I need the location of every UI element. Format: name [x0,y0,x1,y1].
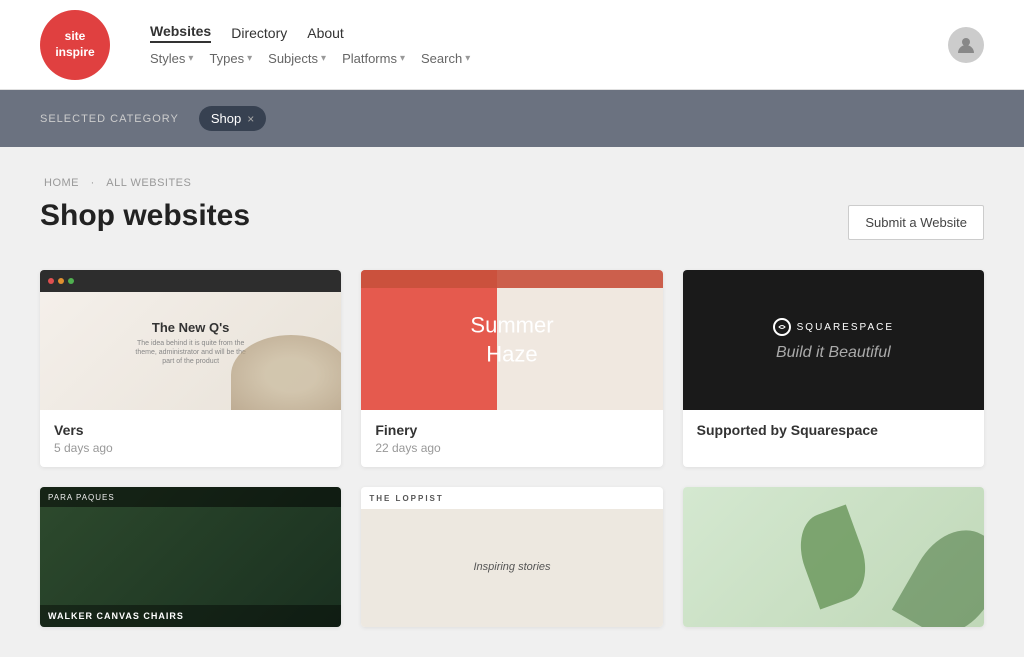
website-grid: The New Q's The idea behind it is quite … [40,270,984,627]
card-title-squarespace: Supported by Squarespace [697,422,970,438]
card-title-vers: Vers [54,422,327,438]
thumb-bottom2-content: Inspiring stories [473,561,550,573]
nav-styles[interactable]: Styles [150,51,193,66]
nav-subjects[interactable]: Subjects [268,51,326,66]
card-squarespace[interactable]: SQUARESPACE Build it Beautiful Supported… [683,270,984,467]
thumb-bottom2-bg: THE LOPPIST Inspiring stories [361,487,662,627]
thumb-vers-sub: The idea behind it is quite from the the… [131,339,251,366]
thumb-bottom1-bg: PARA PAQUES WALKER CANVAS CHAIRS [40,487,341,627]
window-dot-red [48,278,54,284]
nav-types[interactable]: Types [209,51,252,66]
card-thumb-vers: The New Q's The idea behind it is quite … [40,270,341,410]
nav-directory[interactable]: Directory [231,25,287,41]
window-dot-yellow [58,278,64,284]
breadcrumb: HOME · ALL WEBSITES [40,177,984,189]
main-content: HOME · ALL WEBSITES Shop websites Submit… [0,147,1024,657]
thumb-squarespace-logo: SQUARESPACE [773,318,894,336]
card-thumb-bottom2: THE LOPPIST Inspiring stories [361,487,662,627]
logo-line2: inspire [55,45,94,61]
category-label: SELECTED CATEGORY [40,113,179,125]
page-title: Shop websites [40,199,250,233]
card-date-vers: 5 days ago [54,441,327,455]
thumb-bottom2-site-name: THE LOPPIST [369,494,443,503]
card-info-squarespace: Supported by Squarespace [683,410,984,453]
thumb-bottom1-header: PARA PAQUES [40,487,341,507]
logo[interactable]: site inspire [40,10,110,80]
card-finery[interactable]: Summer Haze Finery 22 days ago [361,270,662,467]
nav-area: Websites Directory About Styles Types Su… [150,23,470,66]
nav-primary: Websites Directory About [150,23,470,43]
squarespace-icon [773,318,791,336]
breadcrumb-separator: · [91,177,95,189]
card-date-finery: 22 days ago [375,441,648,455]
thumb-bottom2-subtitle: Inspiring stories [473,561,550,573]
submit-website-button[interactable]: Submit a Website [848,205,984,240]
thumb-finery-line1: Summer [470,311,553,340]
thumb-finery-bg: Summer Haze [361,270,662,410]
thumb-finery-header [361,270,662,288]
thumb-finery-line2: Haze [470,340,553,369]
window-dot-green [68,278,74,284]
thumb-leaf1 [790,504,877,609]
card-info-finery: Finery 22 days ago [361,410,662,467]
thumb-vers-title: The New Q's [131,320,251,335]
thumb-vers-bg: The New Q's The idea behind it is quite … [40,270,341,410]
nav-websites[interactable]: Websites [150,23,211,43]
thumb-finery-text: Summer Haze [470,311,553,368]
thumb-vers-bar [40,270,341,292]
thumb-bottom1-site-name: PARA PAQUES [48,493,115,502]
user-avatar[interactable] [948,27,984,63]
card-thumb-squarespace: SQUARESPACE Build it Beautiful [683,270,984,410]
card-thumb-bottom3 [683,487,984,627]
category-tag-close[interactable]: × [247,112,254,126]
squarespace-tagline: Build it Beautiful [776,344,891,362]
category-bar: SELECTED CATEGORY Shop × [0,90,1024,147]
breadcrumb-home: HOME [44,177,79,189]
thumb-bottom3-bg [683,487,984,627]
thumb-leaf2 [892,514,984,627]
thumb-squarespace-bg: SQUARESPACE Build it Beautiful [683,270,984,410]
nav-search[interactable]: Search [421,51,470,66]
page-header: Shop websites Submit a Website [40,199,984,240]
thumb-vers-image [231,335,341,410]
card-info-vers: Vers 5 days ago [40,410,341,467]
breadcrumb-section: ALL WEBSITES [106,177,191,189]
card-thumb-bottom1: PARA PAQUES WALKER CANVAS CHAIRS [40,487,341,627]
card-vers[interactable]: The New Q's The idea behind it is quite … [40,270,341,467]
nav-secondary: Styles Types Subjects Platforms Search [150,51,470,66]
nav-about[interactable]: About [307,25,344,41]
squarespace-brand-name: SQUARESPACE [797,322,894,333]
card-bottom2[interactable]: THE LOPPIST Inspiring stories [361,487,662,627]
thumb-bottom2-header: THE LOPPIST [361,487,662,509]
header-left: site inspire Websites Directory About St… [40,10,470,80]
category-tag[interactable]: Shop × [199,106,266,131]
card-title-finery: Finery [375,422,648,438]
nav-platforms[interactable]: Platforms [342,51,405,66]
card-thumb-finery: Summer Haze [361,270,662,410]
category-tag-text: Shop [211,111,241,126]
card-bottom3[interactable] [683,487,984,627]
thumb-bottom1-text: WALKER CANVAS CHAIRS [40,605,341,627]
card-bottom1[interactable]: PARA PAQUES WALKER CANVAS CHAIRS [40,487,341,627]
logo-line1: site [65,29,86,45]
header: site inspire Websites Directory About St… [0,0,1024,90]
